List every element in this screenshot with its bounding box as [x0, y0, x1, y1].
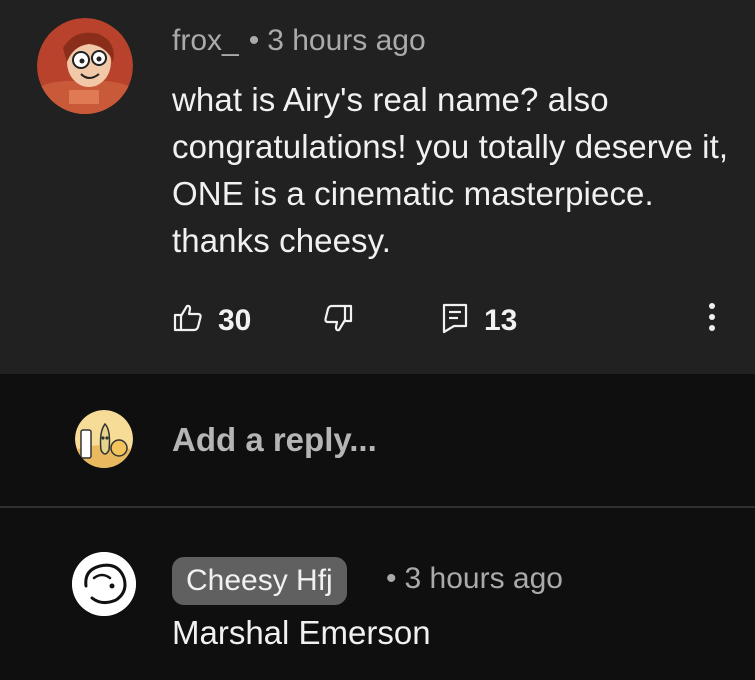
avatar[interactable] — [37, 18, 133, 114]
comment-text: what is Airy's real name? also congratul… — [172, 81, 729, 259]
comment-card: frox_ • 3 hours ago what is Airy's real na… — [0, 0, 755, 374]
avatar[interactable] — [72, 552, 136, 616]
more-options-button[interactable] — [700, 296, 724, 340]
divider — [0, 506, 755, 508]
more-vertical-icon — [709, 303, 715, 331]
like-button[interactable]: 30 — [172, 302, 251, 339]
thumbs-down-icon — [322, 302, 354, 339]
author-badge[interactable]: Cheesy Hfj — [172, 557, 347, 605]
add-reply-input[interactable]: Add a reply... — [172, 421, 377, 459]
replies-button[interactable]: 13 — [440, 302, 517, 339]
timestamp[interactable]: 3 hours ago — [405, 562, 563, 595]
author-name[interactable]: frox_ — [172, 24, 239, 57]
separator-dot: • — [386, 562, 397, 595]
comment-icon — [440, 302, 470, 339]
reply-count: 13 — [484, 303, 518, 337]
like-count: 30 — [218, 303, 252, 337]
timestamp[interactable]: 3 hours ago — [267, 24, 425, 57]
reply-text: Marshal Emerson — [172, 614, 431, 651]
comment-header: frox_ • 3 hours ago — [172, 24, 426, 58]
dislike-button[interactable] — [322, 302, 354, 339]
thumbs-up-icon — [172, 302, 204, 339]
avatar — [75, 410, 133, 468]
reply-header: • 3 hours ago — [386, 562, 563, 596]
comment-actions: 30 13 — [0, 296, 755, 340]
separator-dot: • — [248, 24, 260, 57]
